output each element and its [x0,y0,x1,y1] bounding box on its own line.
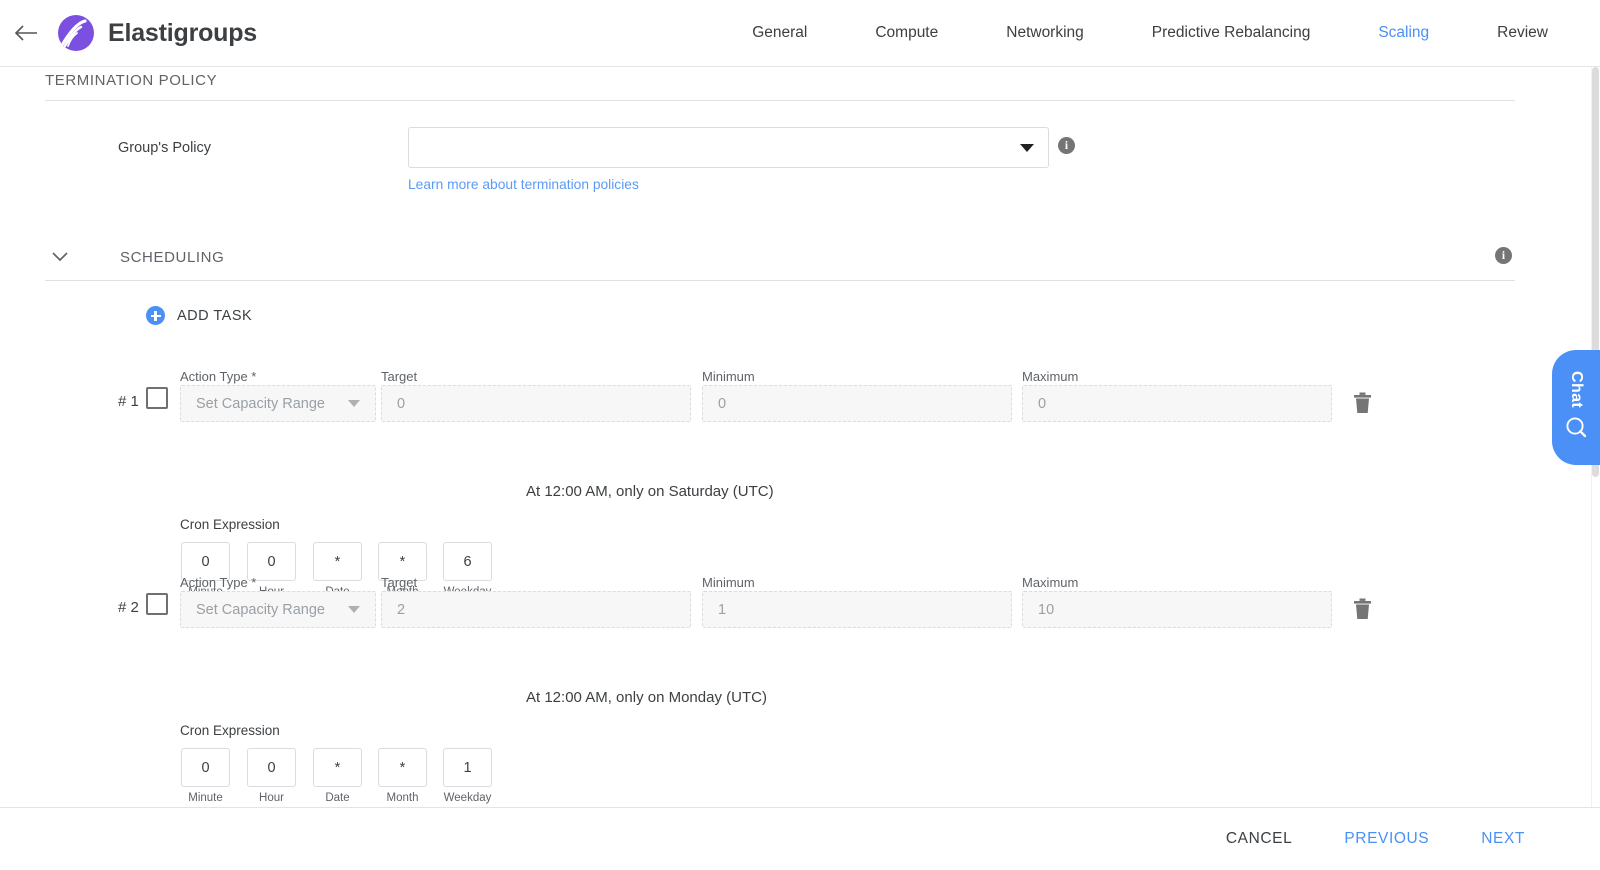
brand: Elastigroups [58,15,257,51]
scheduling-title: SCHEDULING [120,248,225,266]
cron-month-input[interactable]: * [378,748,427,787]
maximum-label: Maximum [1022,575,1079,590]
trash-icon[interactable] [1353,598,1372,625]
wizard-footer: CANCEL PREVIOUS NEXT [0,807,1600,870]
task-index: # 1 [118,393,139,410]
chevron-down-icon [348,606,360,613]
cron-field-date: * Date [313,748,362,804]
task-select-checkbox[interactable] [146,387,168,409]
nav-tab-general[interactable]: General [718,24,841,42]
cron-field-hour: 0 Hour [247,748,296,804]
maximum-label: Maximum [1022,369,1079,384]
cron-minute-label: Minute [188,792,223,804]
back-arrow-icon[interactable] [6,24,46,42]
target-label: Target [381,369,418,384]
minimum-label: Minimum [702,575,755,590]
termination-policy-header: TERMINATION POLICY [45,72,217,89]
elastigroups-scaling-page: Elastigroups General Compute Networking … [0,0,1600,870]
group-policy-label: Group's Policy [118,140,212,156]
learn-more-termination-policies-link[interactable]: Learn more about termination policies [408,177,639,192]
brand-title: Elastigroups [108,18,258,47]
cron-hour-label: Hour [259,792,284,804]
action-type-value: Set Capacity Range [196,601,325,618]
nav-tab-networking[interactable]: Networking [972,24,1118,42]
cron-minute-input[interactable]: 0 [181,748,230,787]
chevron-down-icon[interactable] [48,245,72,269]
cron-date-input[interactable]: * [313,748,362,787]
cron-field-minute: 0 Minute [181,748,230,804]
minimum-label: Minimum [702,369,755,384]
cron-expression-label: Cron Expression [180,517,280,532]
group-policy-select[interactable] [408,127,1049,168]
target-label: Target [381,575,418,590]
page-body: TERMINATION POLICY Group's Policy i Lear… [0,67,1600,807]
action-type-label: Action Type * [180,369,257,384]
minimum-input[interactable]: 0 [702,385,1012,422]
app-header: Elastigroups General Compute Networking … [0,0,1600,67]
cron-weekday-input[interactable]: 6 [443,542,492,581]
cron-month-label: Month [386,792,419,804]
task-index: # 2 [118,599,139,616]
scheduling-header: SCHEDULING [48,245,224,269]
cron-field-weekday: 6 Weekday [443,542,492,598]
previous-button[interactable]: PREVIOUS [1344,830,1429,848]
action-type-select[interactable]: Set Capacity Range [180,591,376,628]
cron-date-input[interactable]: * [313,542,362,581]
trash-icon[interactable] [1353,392,1372,419]
cron-field-date: * Date [313,542,362,598]
nav-tab-predictive-rebalancing[interactable]: Predictive Rebalancing [1118,24,1345,42]
group-policy-info-icon[interactable]: i [1058,137,1075,154]
maximum-input[interactable]: 10 [1022,591,1332,628]
cron-weekday-input[interactable]: 1 [443,748,492,787]
scroll-content: TERMINATION POLICY Group's Policy i Lear… [0,67,1570,807]
nav-tab-review[interactable]: Review [1463,24,1582,42]
cron-field-month: * Month [378,748,427,804]
add-task-label: ADD TASK [177,307,253,324]
target-input[interactable]: 2 [381,591,691,628]
target-input[interactable]: 0 [381,385,691,422]
chat-widget-button[interactable]: Chat [1552,350,1600,465]
cancel-button[interactable]: CANCEL [1226,830,1292,848]
scheduling-divider [45,280,1515,281]
termination-policy-title: TERMINATION POLICY [45,72,218,89]
minimum-input[interactable]: 1 [702,591,1012,628]
action-type-value: Set Capacity Range [196,395,325,412]
cron-date-label: Date [325,792,350,804]
cron-expression-label: Cron Expression [180,723,280,738]
cron-description: At 12:00 AM, only on Saturday (UTC) [526,483,774,500]
chevron-down-icon [1020,143,1034,152]
action-type-label: Action Type * [180,575,257,590]
elastigroups-logo-icon [58,15,94,51]
wizard-nav: General Compute Networking Predictive Re… [718,24,1582,42]
action-type-select[interactable]: Set Capacity Range [180,385,376,422]
cron-hour-input[interactable]: 0 [247,748,296,787]
maximum-input[interactable]: 0 [1022,385,1332,422]
nav-tab-scaling[interactable]: Scaling [1344,24,1463,42]
nav-tab-compute[interactable]: Compute [841,24,972,42]
scheduling-info-icon[interactable]: i [1495,247,1512,264]
plus-circle-icon [146,306,165,325]
cron-weekday-label: Weekday [443,792,492,804]
chat-bubble-icon [1564,415,1588,444]
termination-policy-divider [45,100,1515,101]
chevron-down-icon [348,400,360,407]
cron-description: At 12:00 AM, only on Monday (UTC) [526,689,767,706]
cron-field-weekday: 1 Weekday [443,748,492,804]
next-button[interactable]: NEXT [1481,830,1525,848]
task-select-checkbox[interactable] [146,593,168,615]
add-task-button[interactable]: ADD TASK [146,306,252,325]
chat-label: Chat [1568,371,1585,409]
